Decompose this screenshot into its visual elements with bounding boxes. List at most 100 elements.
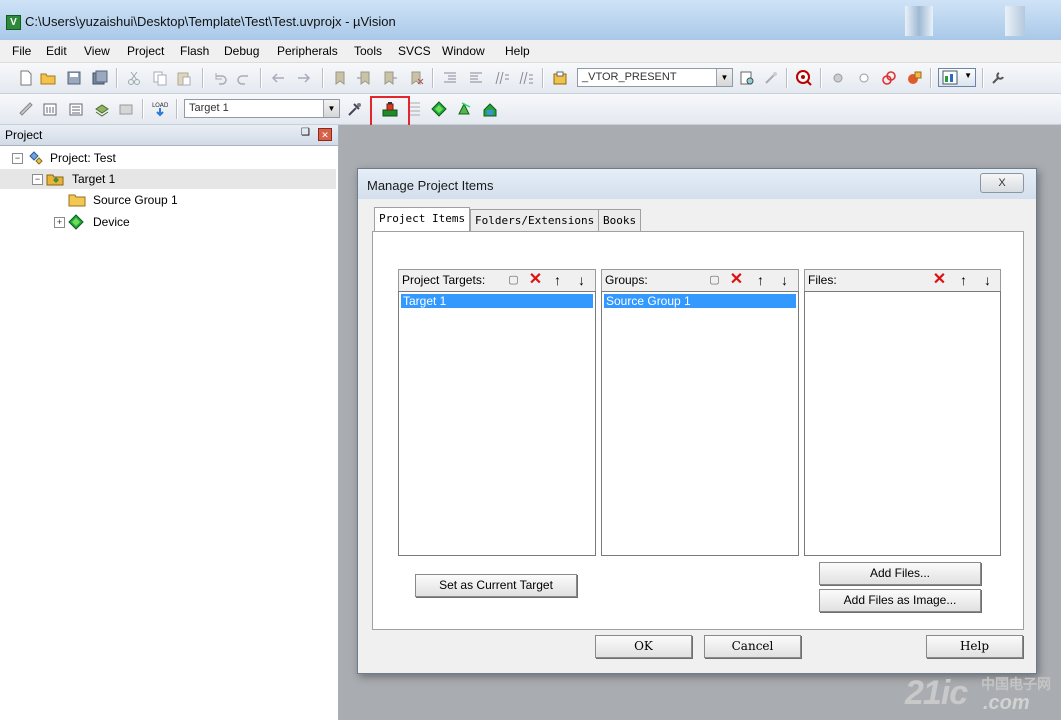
clear-bookmarks-icon[interactable] (408, 70, 424, 86)
dialog-close-button[interactable]: X (980, 173, 1024, 193)
batch-build-icon[interactable] (94, 101, 110, 117)
disable-breakpoint-icon[interactable] (856, 70, 872, 86)
tree-item-target[interactable]: − Target 1 (0, 169, 336, 189)
project-panel-header: Project ❑ ✕ (0, 125, 338, 146)
title-bar-decoration (905, 6, 933, 36)
expand-icon[interactable]: + (54, 217, 65, 228)
menu-file[interactable]: File (12, 44, 31, 58)
tree-item-device[interactable]: + Device (0, 212, 336, 232)
indent-icon[interactable] (442, 70, 458, 86)
targets-list[interactable]: Target 1 (398, 291, 596, 556)
menu-edit[interactable]: Edit (46, 44, 67, 58)
move-down-icon[interactable]: ↓ (776, 272, 793, 288)
save-icon[interactable] (66, 70, 82, 86)
cancel-button[interactable]: Cancel (704, 635, 801, 658)
add-files-as-image-button[interactable]: Add Files as Image... (819, 589, 981, 612)
wrench-icon[interactable] (990, 70, 1006, 86)
redo-icon[interactable] (236, 70, 252, 86)
configure-breakpoints-icon[interactable] (906, 70, 922, 86)
file-extensions-icon[interactable] (407, 101, 423, 117)
chevron-down-icon[interactable]: ▼ (716, 69, 732, 86)
window-layout-button[interactable]: ▼ (938, 68, 976, 87)
build-icon[interactable] (42, 101, 58, 117)
next-bookmark-icon[interactable] (382, 70, 398, 86)
start-debug-icon[interactable] (796, 70, 812, 86)
move-down-icon[interactable]: ↓ (979, 272, 996, 288)
tree-item-project[interactable]: − Project: Test (10, 148, 330, 168)
menu-tools[interactable]: Tools (354, 44, 382, 58)
menu-peripherals[interactable]: Peripherals (277, 44, 338, 58)
close-panel-icon[interactable]: ✕ (318, 128, 332, 141)
tree-item-source-group[interactable]: Source Group 1 (0, 190, 336, 210)
list-item-selected[interactable]: Target 1 (401, 294, 593, 308)
move-up-icon[interactable]: ↑ (752, 272, 769, 288)
define-combo[interactable]: _VTOR_PRESENT ▼ (577, 68, 733, 87)
paste-icon[interactable] (176, 70, 192, 86)
delete-icon[interactable]: ✕ (728, 272, 745, 288)
copy-icon[interactable] (152, 70, 168, 86)
dialog-title: Manage Project Items (367, 178, 494, 193)
ok-button[interactable]: OK (595, 635, 692, 658)
pin-icon[interactable]: ❑ (301, 127, 310, 138)
set-as-current-target-button[interactable]: Set as Current Target (415, 574, 577, 597)
chevron-down-icon: ▼ (964, 71, 972, 80)
navigate-back-icon[interactable] (270, 70, 286, 86)
chevron-down-icon[interactable]: ▼ (323, 100, 339, 117)
menu-help[interactable]: Help (505, 44, 530, 58)
collapse-icon[interactable]: − (12, 153, 23, 164)
tab-project-items[interactable]: Project Items (374, 207, 471, 233)
navigate-forward-icon[interactable] (296, 70, 312, 86)
toolbar-separator (142, 99, 144, 119)
menu-project[interactable]: Project (127, 44, 164, 58)
comment-icon[interactable] (494, 70, 510, 86)
breakpoint-icon[interactable] (830, 70, 846, 86)
target-options-icon[interactable] (347, 101, 363, 117)
menu-svcs[interactable]: SVCS (398, 44, 431, 58)
delete-icon[interactable]: ✕ (527, 272, 544, 288)
unindent-icon[interactable] (468, 70, 484, 86)
add-files-button[interactable]: Add Files... (819, 562, 981, 585)
target-select[interactable]: Target 1 ▼ (184, 99, 340, 118)
undo-icon[interactable] (212, 70, 228, 86)
new-item-icon[interactable]: ▢ (706, 272, 723, 288)
new-item-icon[interactable]: ▢ (505, 272, 522, 288)
incremental-find-icon[interactable] (763, 70, 779, 86)
save-all-icon[interactable] (92, 70, 108, 86)
move-up-icon[interactable]: ↑ (955, 272, 972, 288)
move-down-icon[interactable]: ↓ (573, 272, 590, 288)
run-time-environment-icon[interactable] (482, 101, 498, 117)
find-icon[interactable] (739, 70, 755, 86)
bookmark-icon[interactable] (332, 70, 348, 86)
open-folder-icon[interactable] (40, 70, 56, 86)
menu-view[interactable]: View (84, 44, 110, 58)
toolbar-separator (322, 68, 324, 88)
menu-debug[interactable]: Debug (224, 44, 259, 58)
list-item-selected[interactable]: Source Group 1 (604, 294, 796, 308)
find-in-files-icon[interactable] (552, 70, 568, 86)
rebuild-icon[interactable] (68, 101, 84, 117)
pack-installer-icon[interactable] (456, 101, 472, 117)
select-packs-icon[interactable] (431, 101, 447, 117)
delete-icon[interactable]: ✕ (931, 272, 948, 288)
prev-bookmark-icon[interactable] (356, 70, 372, 86)
project-panel: Project ❑ ✕ − Project: Test − Target 1 S… (0, 125, 339, 720)
move-up-icon[interactable]: ↑ (549, 272, 566, 288)
help-button[interactable]: Help (926, 635, 1023, 658)
watermark-com: .com (983, 692, 1030, 714)
kill-breakpoints-icon[interactable] (881, 70, 897, 86)
menu-window[interactable]: Window (442, 44, 485, 58)
groups-list[interactable]: Source Group 1 (601, 291, 799, 556)
translate-icon[interactable] (18, 101, 34, 117)
download-load-icon[interactable]: LOAD (152, 101, 168, 117)
file-toolbar: _VTOR_PRESENT ▼ ▼ (0, 63, 1061, 94)
tab-folders-extensions[interactable]: Folders/Extensions (470, 209, 600, 232)
stop-build-icon[interactable] (118, 101, 134, 117)
collapse-icon[interactable]: − (32, 174, 43, 185)
tab-books[interactable]: Books (598, 209, 642, 232)
uncomment-icon[interactable] (518, 70, 534, 86)
new-file-icon[interactable] (18, 70, 34, 86)
menu-flash[interactable]: Flash (180, 44, 209, 58)
groups-header: Groups: ▢ ✕ ↑ ↓ (601, 269, 799, 291)
cut-icon[interactable] (126, 70, 142, 86)
files-list[interactable] (804, 291, 1001, 556)
